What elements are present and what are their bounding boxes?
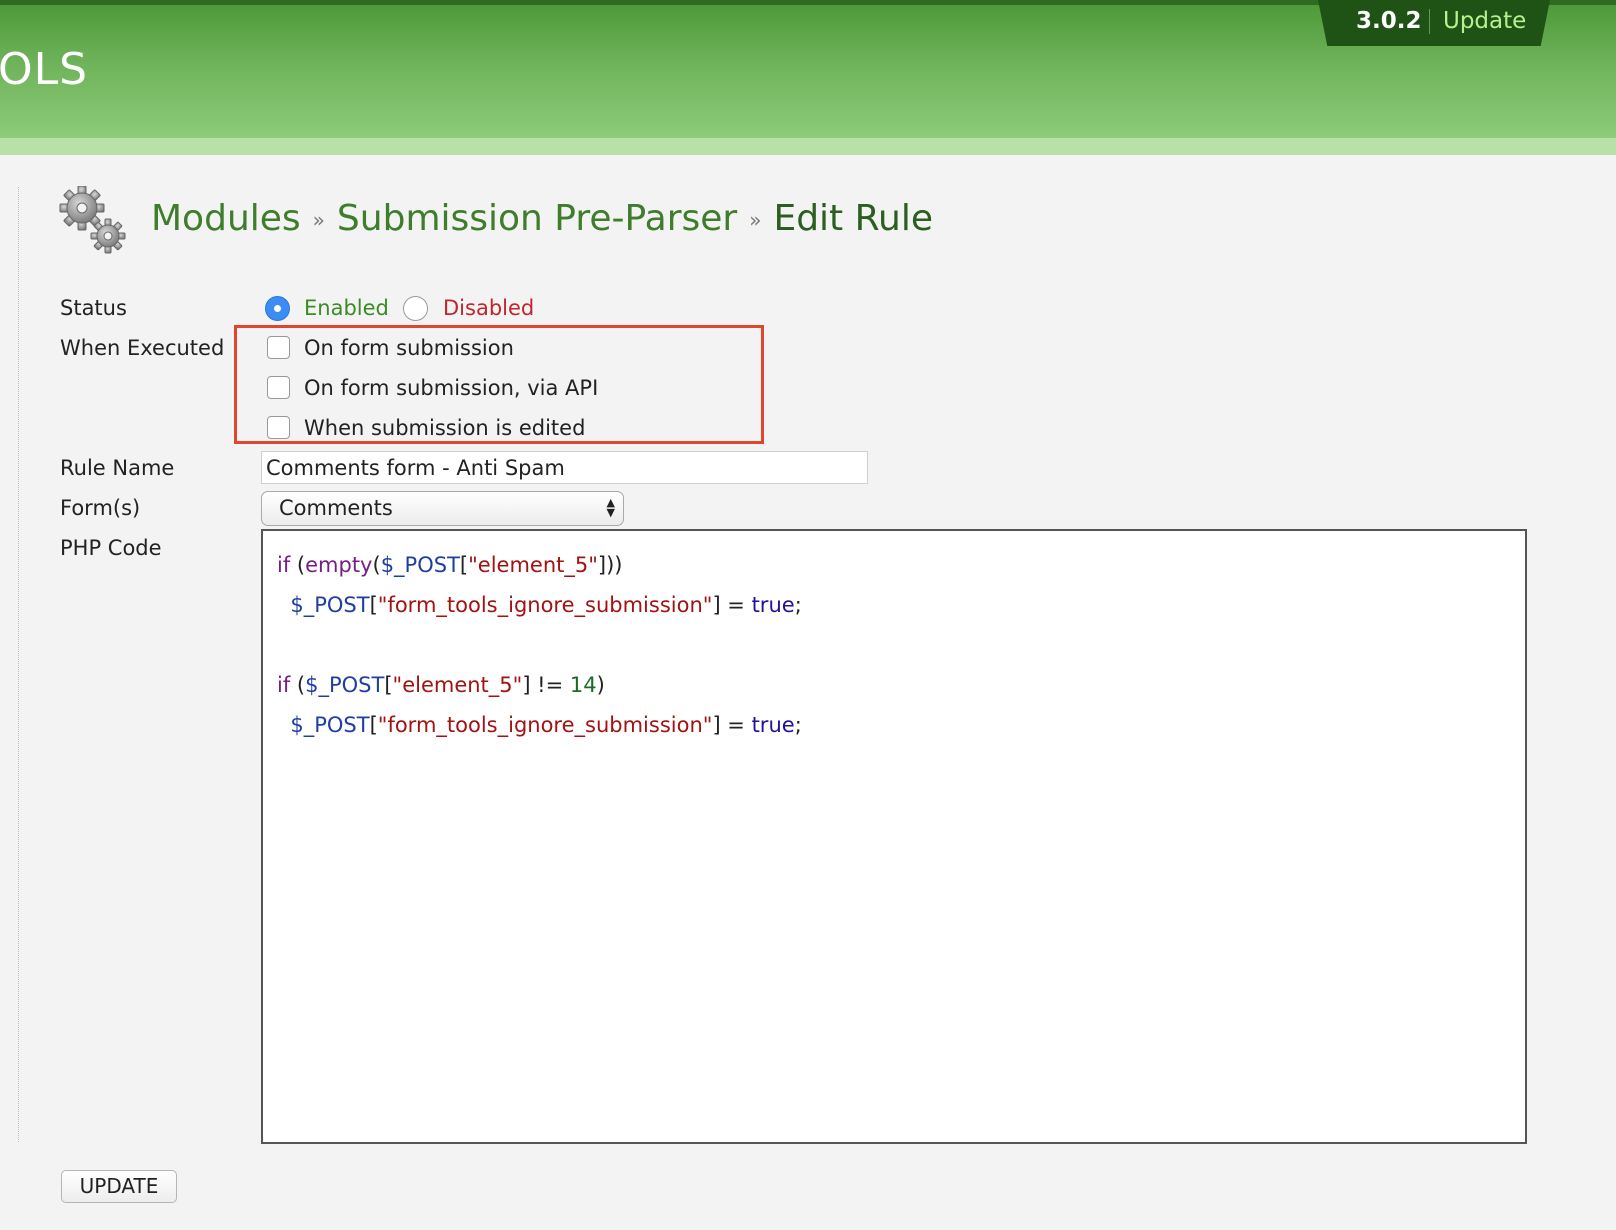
page-title: Edit Rule	[773, 198, 933, 239]
breadcrumb-module-link[interactable]: Submission Pre-Parser	[337, 198, 737, 239]
logo: OLS	[0, 44, 89, 95]
php-code-editor[interactable]: if (empty($_POST["element_5"])) $_POST["…	[261, 529, 1527, 1144]
code-line-5: $_POST["form_tools_ignore_submission"] =…	[290, 713, 802, 737]
code-line-1: if (empty($_POST["element_5"]))	[277, 553, 623, 577]
code-line-4: if ($_POST["element_5"] != 14)	[277, 673, 605, 697]
status-label: Status	[60, 296, 127, 320]
when-executed-label: When Executed	[60, 336, 225, 360]
breadcrumb-separator: »	[749, 208, 762, 232]
php-code-label: PHP Code	[60, 536, 162, 560]
rule-name-label: Rule Name	[60, 456, 175, 480]
rule-name-input[interactable]	[261, 451, 868, 484]
content-divider	[18, 187, 19, 1142]
status-enabled-label[interactable]: Enabled	[304, 296, 389, 320]
gears-icon	[59, 186, 126, 254]
status-enabled-radio[interactable]	[265, 296, 290, 321]
up-down-arrows-icon: ▲ ▼	[606, 496, 615, 519]
breadcrumb-modules-link[interactable]: Modules	[151, 198, 301, 239]
code-line-2: $_POST["form_tools_ignore_submission"] =…	[290, 593, 802, 617]
breadcrumb: Modules » Submission Pre-Parser » Edit Rule	[151, 198, 933, 239]
on-form-submission-label[interactable]: On form submission	[304, 336, 514, 360]
version-number: 3.0.2	[1356, 8, 1422, 34]
version-separator	[1429, 9, 1430, 34]
submission-edited-checkbox[interactable]	[267, 416, 290, 439]
via-api-checkbox[interactable]	[267, 376, 290, 399]
update-link[interactable]: Update	[1443, 8, 1526, 34]
forms-select[interactable]: Comments ▲ ▼	[261, 491, 624, 526]
status-disabled-label[interactable]: Disabled	[443, 296, 534, 320]
update-button[interactable]: UPDATE	[61, 1170, 177, 1203]
on-form-submission-checkbox[interactable]	[267, 336, 290, 359]
via-api-label[interactable]: On form submission, via API	[304, 376, 598, 400]
forms-label: Form(s)	[60, 496, 141, 520]
breadcrumb-separator: »	[312, 208, 325, 232]
header-strip	[0, 138, 1616, 155]
submission-edited-label[interactable]: When submission is edited	[304, 416, 585, 440]
forms-select-value: Comments	[279, 496, 393, 520]
status-disabled-radio[interactable]	[403, 296, 428, 321]
